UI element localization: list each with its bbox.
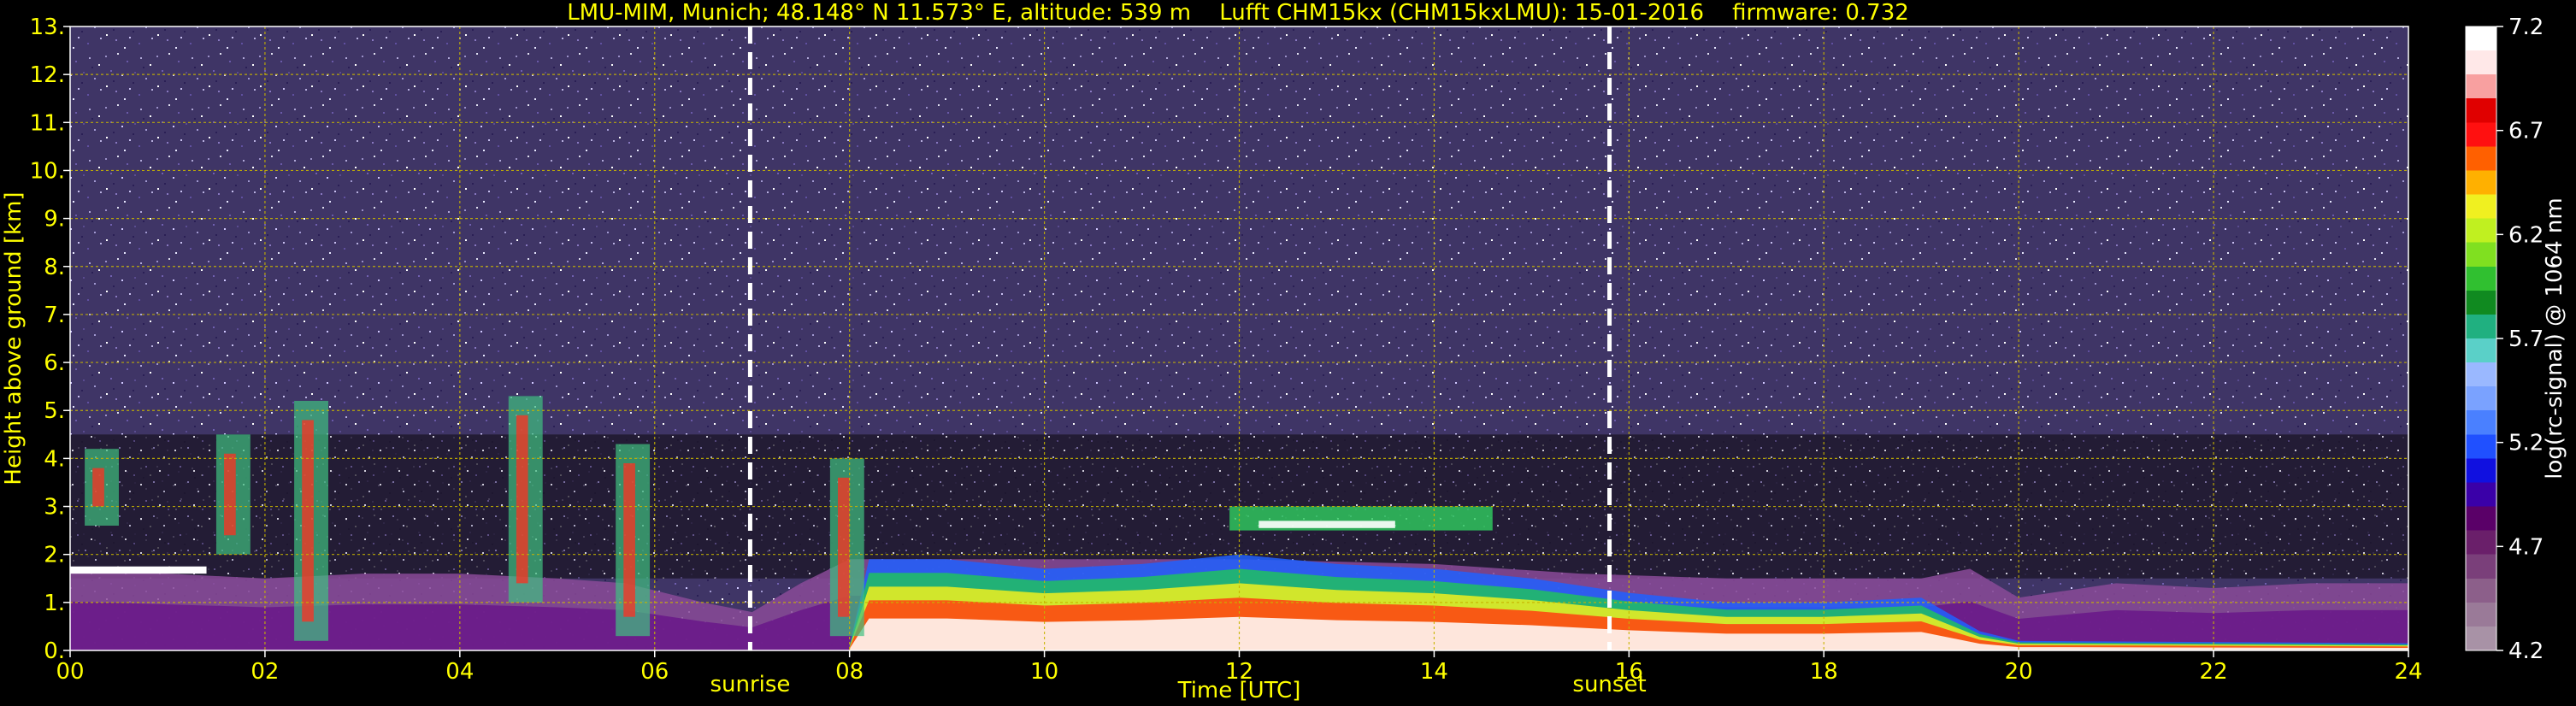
colorbar-scale — [2465, 26, 2497, 651]
colorbar-tick-label-3: 5.7 — [2508, 327, 2544, 352]
plume-core-4 — [623, 463, 635, 617]
y-tick-label-12: 12. — [30, 62, 65, 88]
x-tick-label-3: 06 — [640, 659, 669, 685]
colorbar-tick-label-1: 4.7 — [2508, 534, 2544, 560]
elevated-layer-core — [1259, 521, 1395, 528]
y-tick-label-7: 7. — [44, 303, 65, 328]
y-tick-label-6: 6. — [44, 350, 65, 376]
residual-layer — [70, 566, 207, 574]
y-tick-label-9: 9. — [44, 207, 65, 232]
colorbar-ticks: 4.2 4.7 5.2 5.7 6.2 6.7 7.2 — [2496, 15, 2544, 664]
colorbar-label: log(rc-signal) @ 1064 nm — [2542, 197, 2567, 479]
event-label-sunset: sunset — [1572, 672, 1646, 697]
x-tick-label-2: 04 — [445, 659, 474, 685]
y-tick-label-13: 13. — [30, 15, 65, 40]
event-label-sunrise: sunrise — [710, 672, 790, 697]
x-tick-label-7: 14 — [1420, 659, 1448, 685]
ceilometer-chart: LMU-MIM, Munich; 48.148° N 11.573° E, al… — [1, 0, 2567, 703]
x-tick-label-11: 22 — [2200, 659, 2228, 685]
y-tick-label-5: 5. — [44, 398, 65, 424]
y-tick-label-1: 1. — [44, 591, 65, 616]
chart-title: LMU-MIM, Munich; 48.148° N 11.573° E, al… — [567, 0, 1909, 26]
y-tick-label-2: 2. — [44, 543, 65, 568]
y-tick-label-3: 3. — [44, 495, 65, 521]
x-tick-label-10: 20 — [2005, 659, 2033, 685]
y-axis-ticks: 0. 1. 2. 3. 4. 5. 6. 7. 8. 9. 10. 11. 12. 13. — [30, 15, 70, 664]
plume-core-3 — [516, 415, 528, 584]
plume-core-0 — [92, 468, 104, 507]
y-tick-label-4: 4. — [44, 446, 65, 472]
x-axis-label: Time [UTC] — [1177, 678, 1301, 703]
colorbar-tick-label-4: 6.2 — [2508, 222, 2544, 248]
y-tick-label-0: 0. — [44, 638, 65, 664]
plume-core-2 — [302, 420, 314, 622]
y-tick-label-11: 11. — [30, 110, 65, 136]
colorbar-tick-label-2: 5.2 — [2508, 431, 2544, 456]
plume-core-5 — [837, 477, 850, 617]
colorbar-tick-label-5: 6.7 — [2508, 119, 2544, 144]
x-tick-label-12: 24 — [2394, 659, 2422, 685]
plot-area — [69, 26, 2409, 651]
colorbar-tick-label-6: 7.2 — [2508, 15, 2544, 40]
x-tick-label-9: 18 — [1810, 659, 1838, 685]
x-tick-label-4: 08 — [835, 659, 864, 685]
y-axis-label: Height above ground [km] — [1, 191, 27, 485]
y-tick-label-10: 10. — [30, 158, 65, 184]
y-tick-label-8: 8. — [44, 255, 65, 280]
colorbar-tick-label-0: 4.2 — [2508, 638, 2544, 664]
x-tick-label-1: 02 — [251, 659, 279, 685]
plume-core-1 — [224, 453, 236, 536]
x-tick-label-5: 10 — [1030, 659, 1058, 685]
colorbar: 4.2 4.7 5.2 5.7 6.2 6.7 7.2 log(rc-signal) @ 1… — [2465, 15, 2567, 664]
